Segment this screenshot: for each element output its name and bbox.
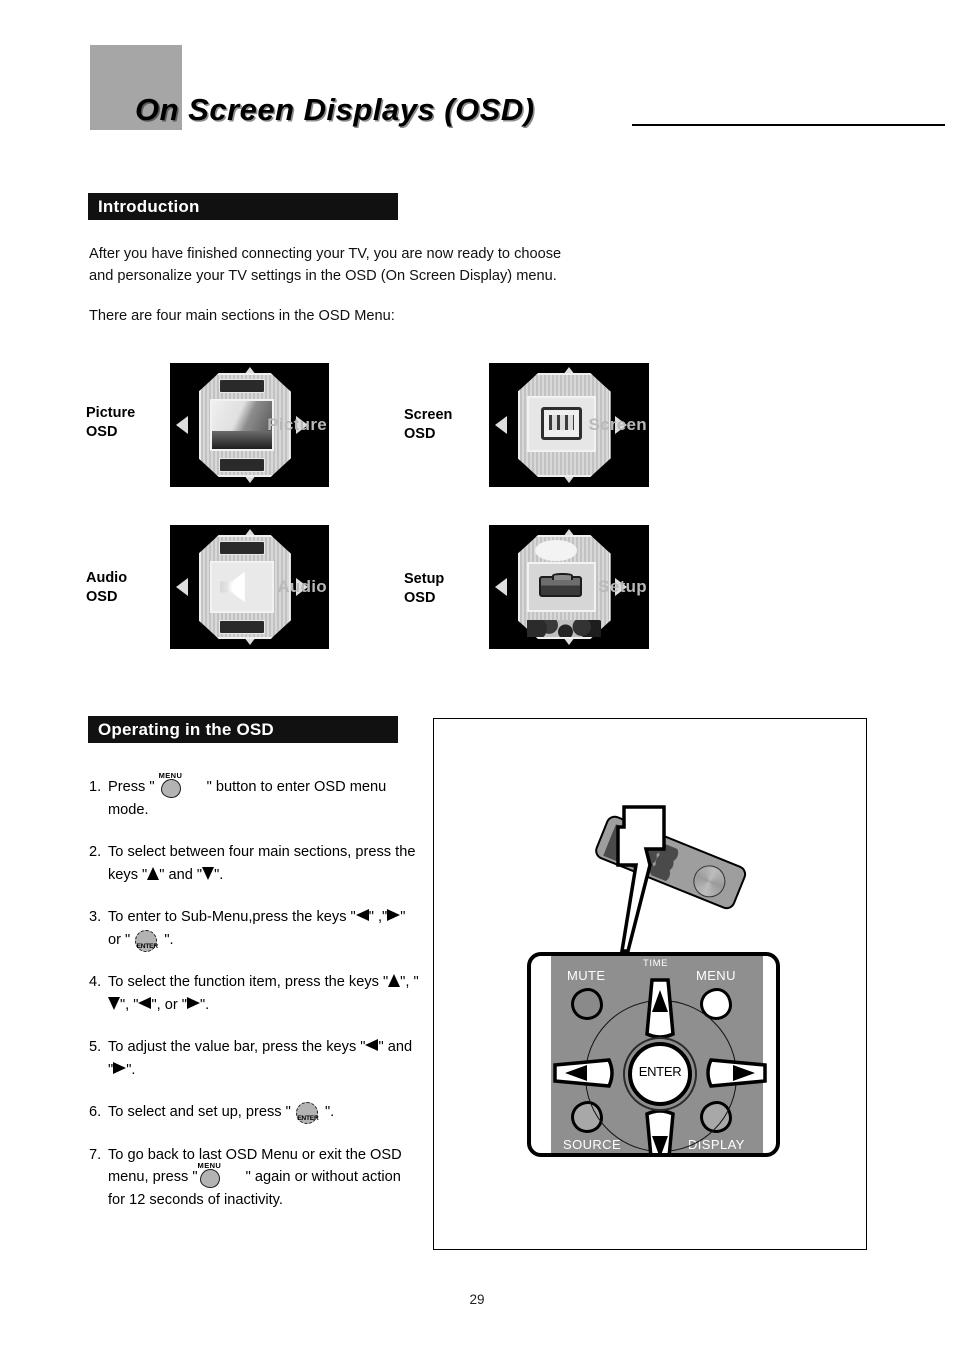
osd-thumbnail-setup: Setup	[489, 525, 649, 649]
step-item-1: 1. Press " MENU " button to enter OSD me…	[89, 771, 419, 821]
osd-caption-screen: Screen	[588, 415, 647, 434]
step-item-5: 5. To adjust the value bar, press the ke…	[89, 1036, 419, 1081]
osd-cube-setup	[517, 534, 611, 640]
introduction-paragraph-2: There are four main sections in the OSD …	[89, 308, 395, 324]
enter-button-icon-label: ENTER	[136, 942, 159, 950]
arrow-right-icon	[187, 996, 200, 1009]
keypad-arrow-down-button[interactable]	[639, 1108, 681, 1153]
step-number: 6.	[89, 1104, 102, 1120]
section-heading-operating: Operating in the OSD	[88, 716, 398, 743]
thumb-arrow-left-icon	[495, 416, 508, 434]
osd-label-setup: Setup OSD	[404, 571, 445, 606]
operating-steps-list: 1. Press " MENU " button to enter OSD me…	[89, 771, 419, 1231]
keypad-enter-label: ENTER	[638, 1064, 682, 1079]
step-text-part: To select and set up, press "	[108, 1104, 295, 1120]
keypad-arrow-right-button[interactable]	[705, 1052, 767, 1094]
step-text-part: ", "	[120, 996, 139, 1013]
enter-button-icon-label: ENTER	[297, 1115, 319, 1122]
step-number: 1.	[89, 779, 102, 795]
page-number: 29	[469, 1292, 485, 1307]
remote-illustration-panel: TIME MUTE MENU SOURCE DISPLAY ENTER	[433, 718, 867, 1250]
step-text-part: ".	[200, 996, 210, 1013]
step-text-part: ".	[126, 1061, 136, 1078]
osd-caption-picture: Picture	[267, 415, 327, 434]
keypad-enter-button[interactable]: ENTER	[628, 1042, 692, 1106]
zoom-callout-pointer	[584, 801, 694, 961]
menu-button-icon: MENU	[198, 1161, 242, 1188]
thumb-arrow-left-icon	[176, 416, 189, 434]
step-text-part: ".	[214, 866, 224, 883]
keypad-label-mute: MUTE	[567, 968, 606, 983]
step-item-7: 7. To go back to last OSD Menu or exit t…	[89, 1144, 419, 1212]
menu-button-icon: MENU	[159, 771, 203, 798]
step-text-part: To enter to Sub-Menu,press the keys "	[108, 909, 356, 925]
arrow-up-icon	[147, 866, 160, 880]
keypad-label-source: SOURCE	[563, 1137, 622, 1152]
enlarged-keypad: TIME MUTE MENU SOURCE DISPLAY ENTER	[527, 952, 780, 1157]
step-text-part: ".	[320, 1104, 335, 1120]
enter-button-icon: ENTER	[295, 1102, 321, 1124]
thumb-arrow-left-icon	[176, 578, 189, 596]
step-text-part: To select the function item, press the k…	[108, 974, 389, 990]
step-text-part: ", "	[400, 974, 419, 990]
step-item-6: 6. To select and set up, press " ENTER "…	[89, 1101, 419, 1124]
step-item-2: 2. To select between four main sections,…	[89, 841, 419, 886]
arrow-right-icon	[387, 909, 401, 921]
step-text-part: " ,"	[368, 909, 388, 925]
introduction-paragraph-1: After you have finished connecting your …	[89, 246, 562, 284]
keypad-mute-button[interactable]	[571, 988, 603, 1020]
step-text-part: ".	[160, 931, 174, 948]
arrow-left-icon	[355, 909, 369, 921]
osd-label-screen: Screen OSD	[404, 407, 453, 442]
step-number: 5.	[89, 1039, 102, 1055]
keypad-label-time: TIME	[643, 958, 669, 969]
step-number: 7.	[89, 1146, 102, 1163]
keypad-label-menu: MENU	[696, 968, 736, 983]
step-text-part: To adjust the value bar, press the keys …	[108, 1039, 366, 1055]
step-number: 4.	[89, 974, 102, 990]
step-number: 2.	[89, 844, 102, 860]
step-item-3: 3. To enter to Sub-Menu,press the keys "…	[89, 906, 419, 952]
osd-label-picture: Picture OSD	[86, 405, 136, 440]
step-number: 3.	[89, 909, 102, 925]
step-item-4: 4. To select the function item, press th…	[89, 971, 419, 1016]
page-title: On Screen Displays (OSD)	[135, 92, 535, 127]
arrow-down-icon	[108, 996, 120, 1010]
arrow-right-icon	[113, 1061, 127, 1074]
title-underline-rule	[632, 124, 945, 126]
osd-thumbnail-picture: Picture	[170, 363, 329, 487]
arrow-down-icon	[202, 866, 215, 880]
osd-label-audio: Audio OSD	[86, 570, 128, 605]
arrow-up-icon	[388, 974, 401, 987]
arrow-left-icon	[138, 996, 152, 1009]
arrow-left-icon	[365, 1039, 379, 1051]
step-text-part: ", or "	[151, 996, 187, 1013]
step-text-part: " and "	[159, 866, 203, 883]
osd-caption-setup: Setup	[598, 577, 647, 596]
thumb-arrow-left-icon	[495, 578, 508, 596]
keypad-arrow-left-button[interactable]	[553, 1052, 615, 1094]
step-text-part: Press "	[108, 779, 159, 795]
osd-caption-audio: Audio	[277, 577, 327, 596]
enter-button-icon: ENTER	[134, 929, 160, 952]
osd-thumbnail-screen: Screen	[489, 363, 649, 487]
section-heading-introduction: Introduction	[88, 193, 398, 220]
osd-thumbnail-audio: Audio	[170, 525, 329, 649]
